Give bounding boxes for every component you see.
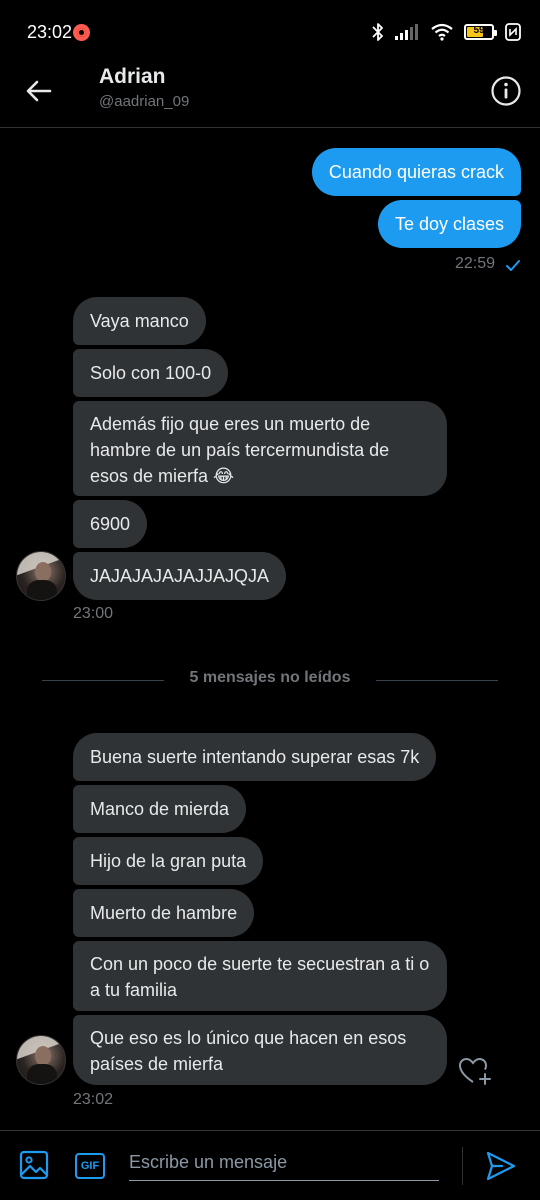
gif-icon: GIF: [80, 1160, 100, 1172]
message-timestamp: 23:02: [73, 1091, 114, 1108]
contact-name[interactable]: Adrian: [99, 65, 166, 89]
message-bubble-received[interactable]: Vaya manco: [73, 297, 206, 345]
contact-handle: @aadrian_09: [99, 93, 190, 110]
back-arrow-icon: [26, 80, 52, 102]
message-list[interactable]: Cuando quieras crack Te doy clases 22:59…: [0, 128, 540, 1130]
wifi-icon: [431, 23, 453, 41]
send-icon: [486, 1151, 516, 1181]
add-media-button[interactable]: [18, 1149, 50, 1181]
message-bubble-sent[interactable]: Cuando quieras crack: [311, 148, 521, 196]
message-bubble-received[interactable]: Con un poco de suerte te secuestran a ti…: [73, 941, 447, 1011]
send-button[interactable]: [484, 1149, 518, 1183]
info-icon: [491, 76, 521, 106]
message-bubble-received[interactable]: Además fijo que eres un muerto de hambre…: [73, 401, 447, 496]
back-button[interactable]: [22, 74, 56, 108]
info-button[interactable]: [490, 75, 522, 107]
message-bubble-received[interactable]: Manco de mierda: [73, 785, 247, 833]
status-bar: 23:02 59: [0, 0, 540, 62]
message-bubble-received[interactable]: 6900: [73, 500, 148, 548]
message-bubble-received[interactable]: Que eso es lo único que hacen en esos pa…: [73, 1015, 447, 1085]
battery-icon: 59: [464, 24, 497, 40]
check-icon: [506, 260, 520, 271]
status-time: 23:02: [27, 22, 73, 42]
battery-level: 59: [473, 25, 485, 36]
message-timestamp: 22:59: [455, 255, 496, 272]
message-bubble-received[interactable]: Hijo de la gran puta: [73, 837, 264, 885]
composer-divider: [462, 1147, 463, 1185]
unread-divider-label: 5 mensajes no leídos: [189, 669, 351, 686]
message-timestamp: 23:00: [73, 605, 114, 622]
avatar[interactable]: [16, 1035, 66, 1085]
status-icons: 59: [372, 20, 522, 44]
message-input[interactable]: [129, 1145, 439, 1181]
nfc-icon: [505, 23, 521, 41]
bluetooth-icon: [372, 23, 383, 41]
message-bubble-sent[interactable]: Te doy clases: [377, 200, 521, 248]
conversation-header: Adrian @aadrian_09: [0, 62, 540, 128]
message-bubble-received[interactable]: Solo con 100-0: [73, 349, 229, 397]
message-bubble-received[interactable]: JAJAJAJAJAJJAJQJA: [73, 552, 287, 600]
signal-icon: [395, 24, 418, 40]
heart-plus-icon[interactable]: [458, 1056, 492, 1086]
message-bubble-received[interactable]: Muerto de hambre: [73, 889, 255, 937]
gif-button[interactable]: GIF: [75, 1153, 105, 1179]
message-bubble-received[interactable]: Buena suerte intentando superar esas 7k: [73, 733, 437, 781]
record-icon: [73, 24, 90, 41]
unread-divider: 5 mensajes no leídos: [42, 669, 498, 686]
avatar[interactable]: [16, 551, 66, 601]
message-composer: GIF: [0, 1130, 540, 1200]
image-icon: [19, 1150, 49, 1180]
